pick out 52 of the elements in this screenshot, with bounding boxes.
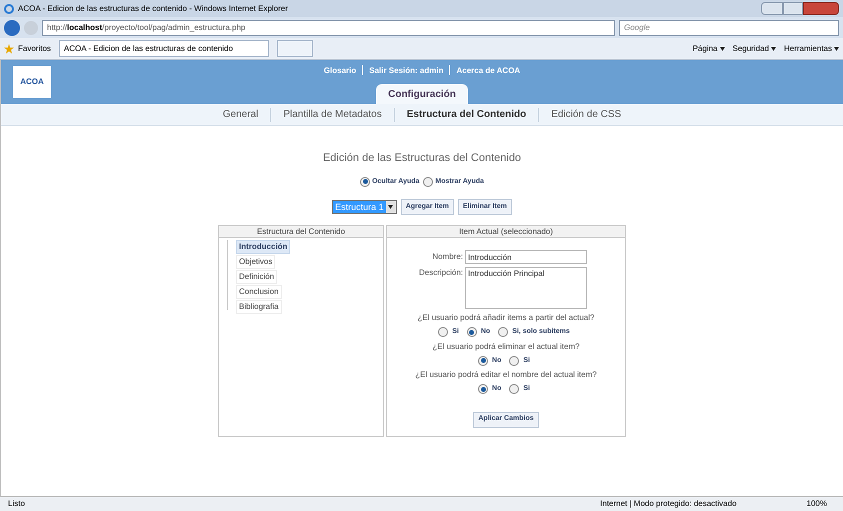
toolbar-menu[interactable]: Seguridad <box>732 42 776 54</box>
page-heading: Edición de las Estructuras del Contenido <box>322 151 522 166</box>
name-field[interactable]: Introducción <box>465 250 587 264</box>
radio-button[interactable] <box>438 327 448 338</box>
tree-item[interactable]: Introducción <box>236 240 290 254</box>
zoom-level[interactable]: 100% <box>806 498 827 510</box>
favorites-button[interactable]: Favoritos <box>4 42 51 54</box>
description-field[interactable]: Introducción Principal <box>465 267 587 309</box>
window-title: ACOA - Edicion de las estructuras de contenido - Windows Internet Explorer <box>18 2 288 14</box>
tree-item[interactable]: Bibliografia <box>236 300 282 314</box>
address-field[interactable]: http://localhost/proyecto/tool/pag/admin_estructura.php <box>42 20 615 36</box>
caret-icon <box>388 205 394 209</box>
toolbar-menu[interactable]: Herramientas <box>784 42 839 54</box>
radio-button[interactable] <box>423 176 434 187</box>
question-text: ¿El usuario podrá editar el nombre del actual item? <box>415 369 597 381</box>
radio-button[interactable] <box>478 384 488 394</box>
radio-button[interactable] <box>509 356 520 366</box>
minimize-button[interactable] <box>761 2 783 15</box>
radio-button[interactable] <box>360 176 370 187</box>
config-tab[interactable]: Configuración <box>376 84 468 104</box>
browser-tab[interactable]: ACOA - Edicion de las estructuras de contenido <box>58 40 269 57</box>
field-label: Descripción: <box>418 267 463 279</box>
radio-button[interactable] <box>466 327 477 338</box>
new-tab-button[interactable] <box>276 40 313 57</box>
tree-item[interactable]: Definición <box>236 270 278 284</box>
logo: ACOA <box>13 66 51 98</box>
browser-icon <box>4 4 14 14</box>
radio-button[interactable] <box>478 356 488 366</box>
question-text: ¿El usuario podrá añadir items a partir del actual? <box>418 312 594 324</box>
back-button[interactable] <box>4 20 20 36</box>
panel-header: Estructura del Contenido <box>219 226 383 238</box>
field-label: Nombre: <box>431 251 463 263</box>
question-text: ¿El usuario podrá eliminar el actual item? <box>432 340 580 352</box>
star-icon <box>4 44 14 54</box>
subnav-tab[interactable]: Estructura del Contenido <box>394 107 538 122</box>
caret-icon <box>834 46 839 50</box>
status-text: Listo <box>8 498 25 510</box>
search-field[interactable]: Google <box>619 20 839 36</box>
radio-button[interactable] <box>498 327 508 338</box>
radio-button[interactable] <box>509 384 520 394</box>
panel-header: Item Actual (seleccionado) <box>387 226 625 238</box>
maximize-button[interactable] <box>783 2 803 15</box>
subnav-tab[interactable]: General <box>210 107 270 122</box>
subnav-tab[interactable]: Edición de CSS <box>539 107 634 122</box>
toolbar-menu[interactable]: Página <box>692 42 724 54</box>
tree-item[interactable]: Objetivos <box>236 255 276 269</box>
caret-icon <box>770 46 776 50</box>
subnav-tab[interactable]: Plantilla de Metadatos <box>271 107 394 122</box>
tree-item[interactable]: Conclusion <box>236 285 282 299</box>
close-button[interactable] <box>803 2 839 15</box>
caret-icon <box>720 46 724 50</box>
zone-text: Internet | Modo protegido: desactivado <box>600 498 737 510</box>
